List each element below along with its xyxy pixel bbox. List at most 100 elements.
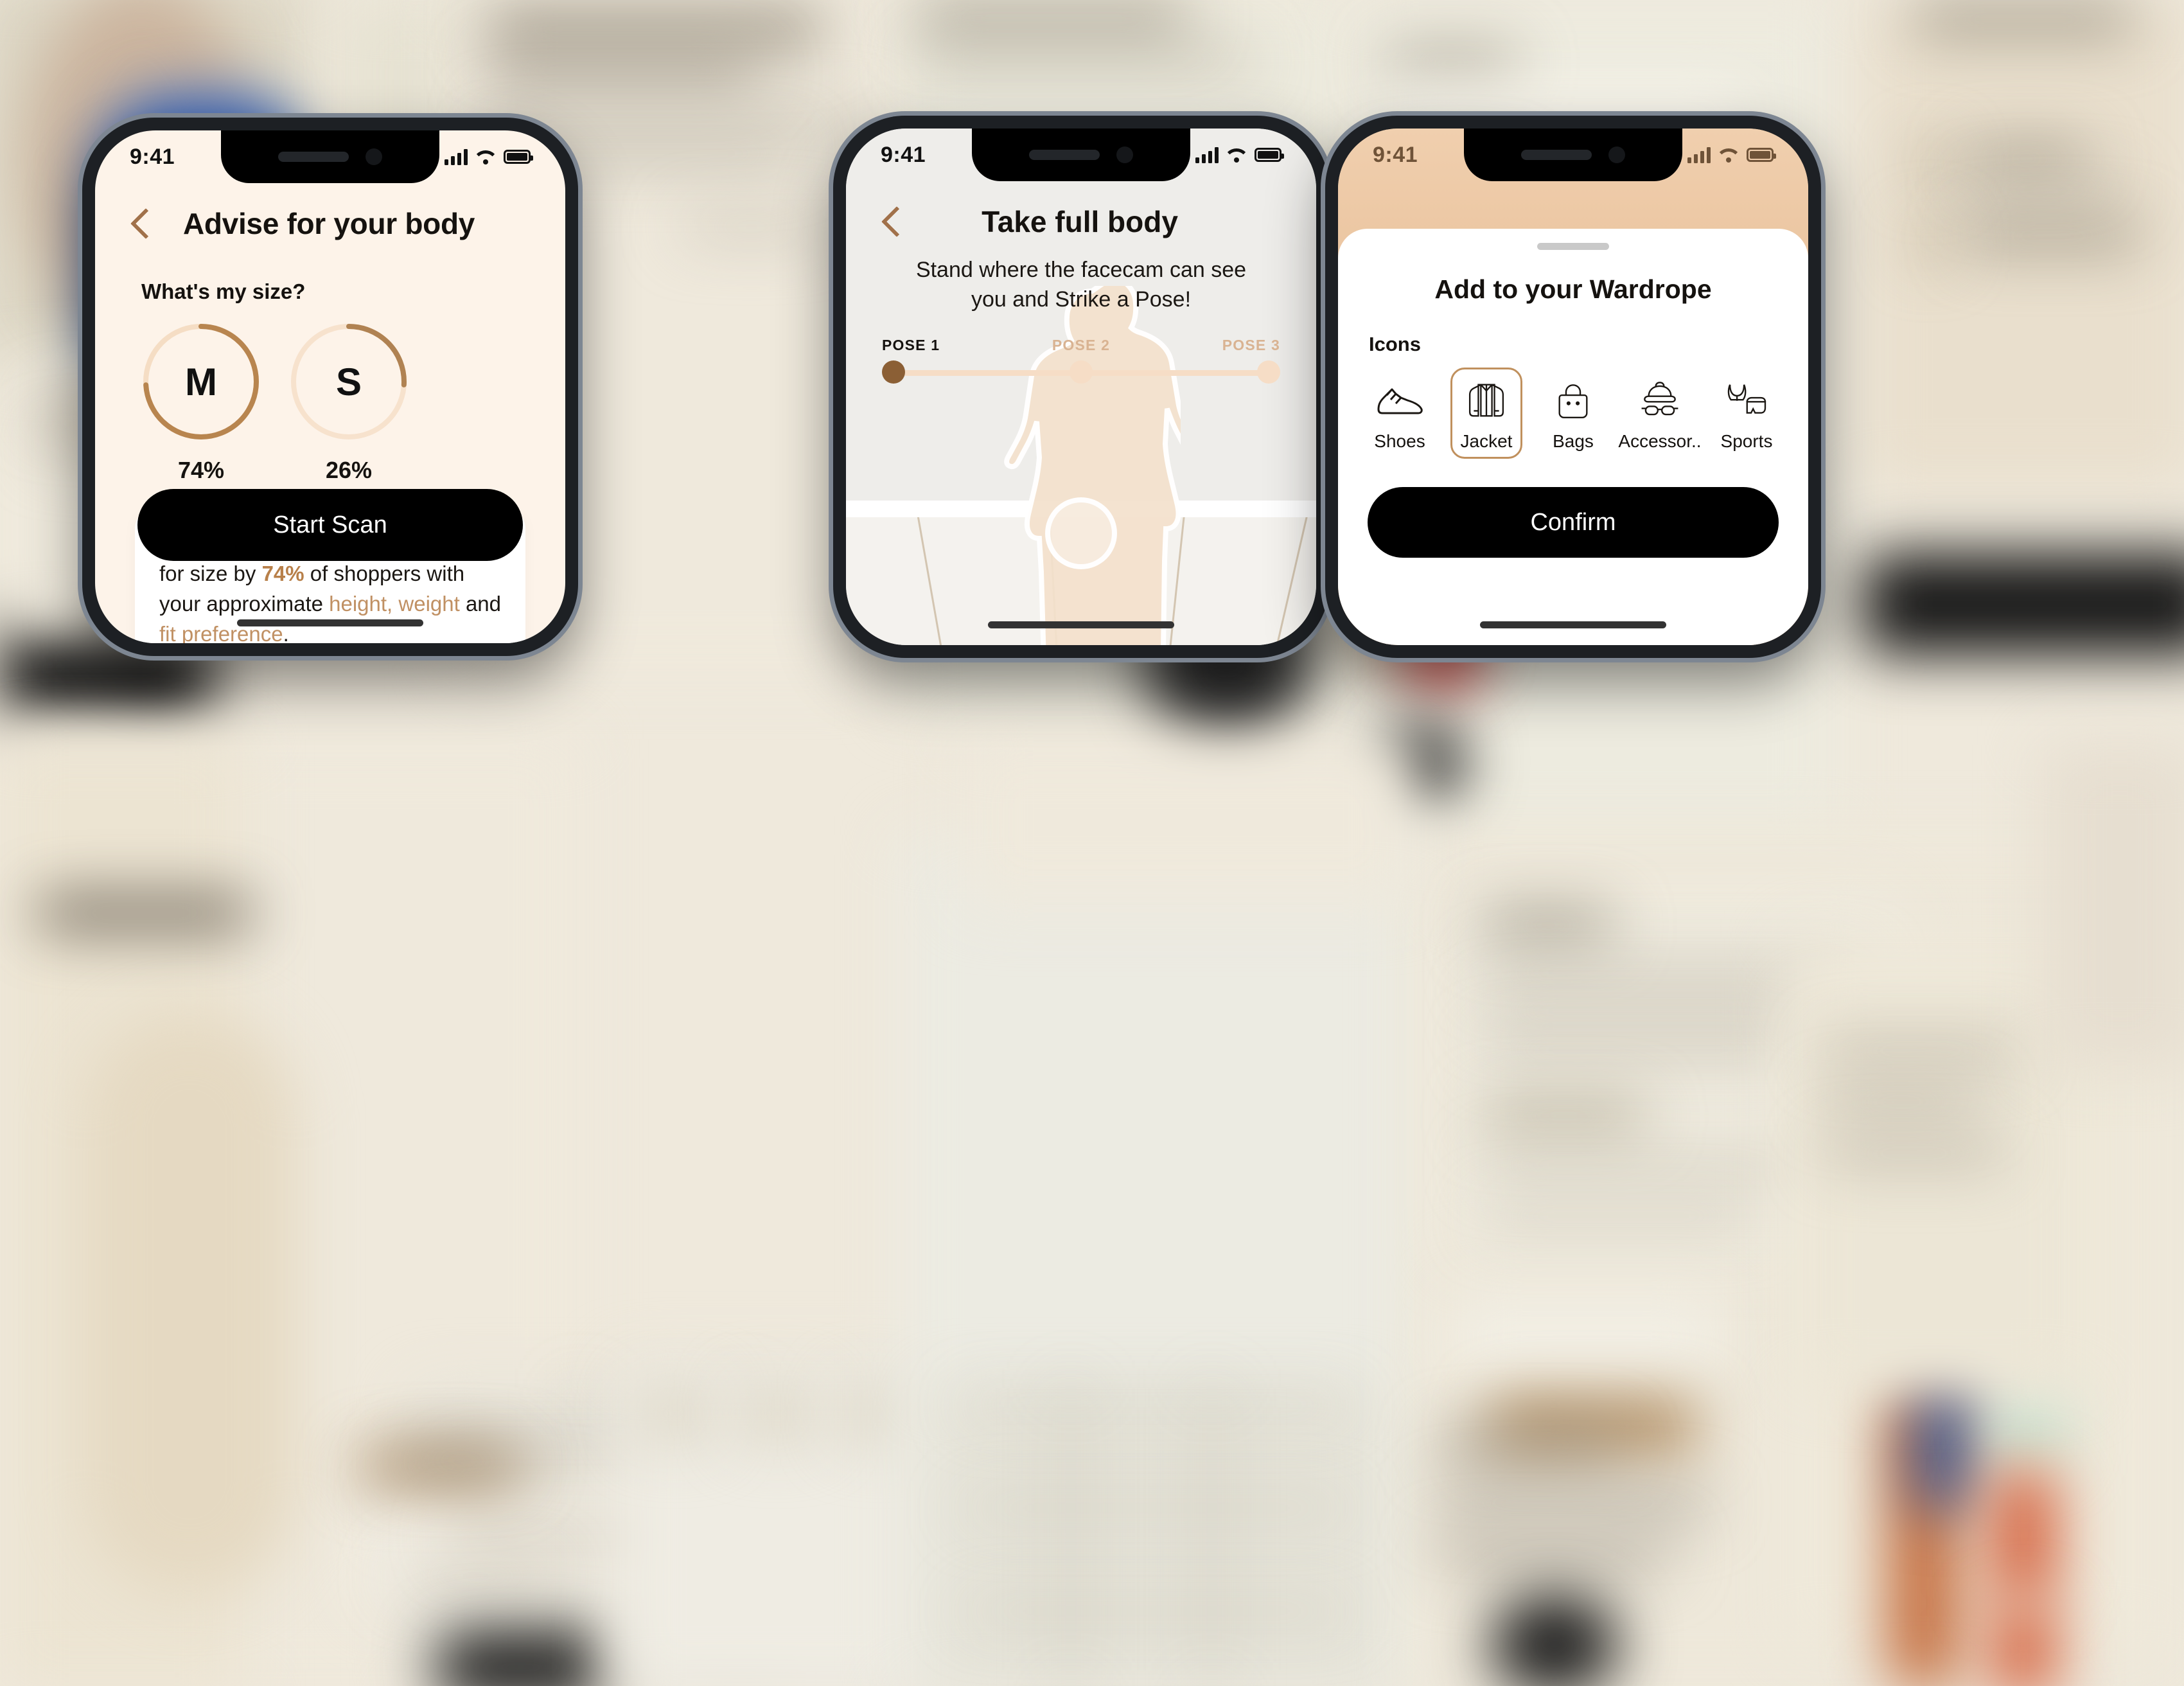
icon-label-accessories: Accessor.. xyxy=(1618,431,1702,451)
battery-icon xyxy=(504,150,533,164)
sportswear-icon xyxy=(1725,376,1768,425)
home-indicator[interactable] xyxy=(988,621,1174,628)
bg-blob xyxy=(1966,148,2088,170)
icon-option-jacket[interactable]: Jacket xyxy=(1450,368,1522,459)
bg-blob xyxy=(1452,1298,1722,1375)
step-label-3[interactable]: POSE 3 xyxy=(1222,337,1280,354)
phone-advise-screen: 9:41 Advise for your body What's my size… xyxy=(95,130,565,643)
home-indicator[interactable] xyxy=(1480,621,1666,628)
phone-wardrobe-frame: 9:41 YOUR WARDROBE xyxy=(1325,116,1821,658)
bg-blob xyxy=(1991,1401,2062,1459)
bg-blob xyxy=(2043,745,2184,1067)
pose-stepper: POSE 1 POSE 2 POSE 3 xyxy=(882,337,1280,384)
bg-blob xyxy=(636,1388,713,1439)
icon-option-sports[interactable]: Sports xyxy=(1711,368,1783,459)
bg-blob xyxy=(681,218,822,235)
bg-blob xyxy=(1484,1208,1754,1225)
step-dot-3[interactable] xyxy=(1257,360,1280,384)
wifi-icon xyxy=(1719,147,1738,163)
back-chevron-icon[interactable] xyxy=(876,204,910,239)
bag-icon xyxy=(1554,376,1592,425)
notch xyxy=(972,129,1190,181)
bg-blob xyxy=(1484,1105,1644,1127)
bg-blob xyxy=(1914,148,1946,180)
bg-blob xyxy=(1914,6,2133,32)
start-scan-button[interactable]: Start Scan xyxy=(137,489,523,561)
icon-option-shoes[interactable]: Shoes xyxy=(1364,368,1436,459)
bg-blob xyxy=(1966,183,2126,197)
size-percent-s: 26% xyxy=(325,457,373,483)
size-ring-m: M xyxy=(139,319,263,444)
bg-blob xyxy=(1066,1388,1075,1686)
size-ring-s: S xyxy=(286,319,411,444)
sheet-grabber[interactable] xyxy=(1537,243,1609,250)
step-label-2[interactable]: POSE 2 xyxy=(1052,337,1110,354)
icon-option-bags[interactable]: Bags xyxy=(1537,368,1609,459)
shoe-icon xyxy=(1376,376,1423,425)
bg-blob xyxy=(488,13,822,45)
bg-blob xyxy=(1799,1002,2081,1388)
bg-blob xyxy=(1991,1471,2056,1600)
page-title: Advise for your body xyxy=(182,207,475,240)
icon-picker-row: Shoes Jacket Bags Accessor.. Sports xyxy=(1338,356,1808,459)
bg-blob xyxy=(1914,1375,1972,1510)
bg-blob xyxy=(1966,225,2139,247)
bg-blob xyxy=(1439,1433,1619,1459)
step-dot-1[interactable] xyxy=(882,360,905,384)
icon-option-accessories[interactable]: Accessor.. xyxy=(1618,368,1702,459)
icon-label-jacket: Jacket xyxy=(1460,431,1513,451)
step-label-1[interactable]: POSE 1 xyxy=(882,337,940,354)
bg-blob xyxy=(1863,553,2184,655)
bg-blob xyxy=(1484,1002,1831,1019)
home-indicator[interactable] xyxy=(237,619,423,626)
earpiece-speaker xyxy=(1521,150,1592,160)
size-percent-m: 74% xyxy=(177,457,225,483)
bg-blob xyxy=(1824,1144,2004,1163)
info-height-weight-link[interactable]: height, weight xyxy=(329,592,460,616)
back-chevron-icon[interactable] xyxy=(125,206,159,241)
bg-blob xyxy=(739,1388,816,1439)
front-camera-icon xyxy=(1608,146,1625,163)
size-option-m[interactable]: M 74% xyxy=(139,319,263,484)
floor-plank xyxy=(1267,517,1310,645)
cap-sunglasses-icon xyxy=(1637,376,1682,425)
bg-blob xyxy=(488,58,758,84)
status-time: 9:41 xyxy=(881,142,926,167)
size-letter-m: M xyxy=(185,360,217,404)
bg-blob xyxy=(1208,1388,1217,1686)
bg-blob xyxy=(398,1568,552,1584)
wifi-icon xyxy=(476,149,495,164)
bg-blob xyxy=(1824,1041,2017,1060)
page-title: Take full body xyxy=(982,205,1178,238)
notch xyxy=(1464,129,1682,181)
front-camera-icon xyxy=(1116,146,1133,163)
status-time: 9:41 xyxy=(130,144,175,169)
bg-blob xyxy=(964,1504,1349,1513)
bg-blob xyxy=(1484,1041,1792,1058)
battery-icon xyxy=(1747,148,1776,162)
instruction-text: Stand where the facecam can see you and … xyxy=(915,258,1247,312)
bg-blob xyxy=(398,1452,527,1469)
shutter-button[interactable] xyxy=(1045,497,1117,569)
notch xyxy=(221,130,439,183)
phone-advise-frame: 9:41 Advise for your body What's my size… xyxy=(82,118,578,656)
floor-plank xyxy=(915,517,948,645)
cellular-signal-icon xyxy=(1195,146,1219,163)
bg-blob xyxy=(1439,1491,1709,1515)
size-option-s[interactable]: S 26% xyxy=(286,319,411,484)
bg-blob xyxy=(1484,912,1612,938)
step-dot-2[interactable] xyxy=(1070,360,1093,384)
sheet-title: Add to your Wardrope xyxy=(1434,274,1712,304)
confirm-button[interactable]: Confirm xyxy=(1368,487,1779,558)
bg-blob xyxy=(1824,1092,1978,1112)
bg-blob xyxy=(1914,225,1946,257)
status-time: 9:41 xyxy=(1373,142,1418,167)
jacket-icon xyxy=(1466,376,1506,425)
icon-label-shoes: Shoes xyxy=(1374,431,1425,451)
phone-take-body-screen: 9:41 Take full body Stand where the face… xyxy=(846,129,1316,645)
bg-blob xyxy=(1439,1542,1670,1566)
phone-take-body-frame: 9:41 Take full body Stand where the face… xyxy=(833,116,1329,658)
icons-section-label: Icons xyxy=(1369,333,1421,355)
add-to-wardrobe-sheet: Add to your Wardrope Icons Shoes Jacket … xyxy=(1338,229,1808,645)
front-camera-icon xyxy=(365,148,382,165)
